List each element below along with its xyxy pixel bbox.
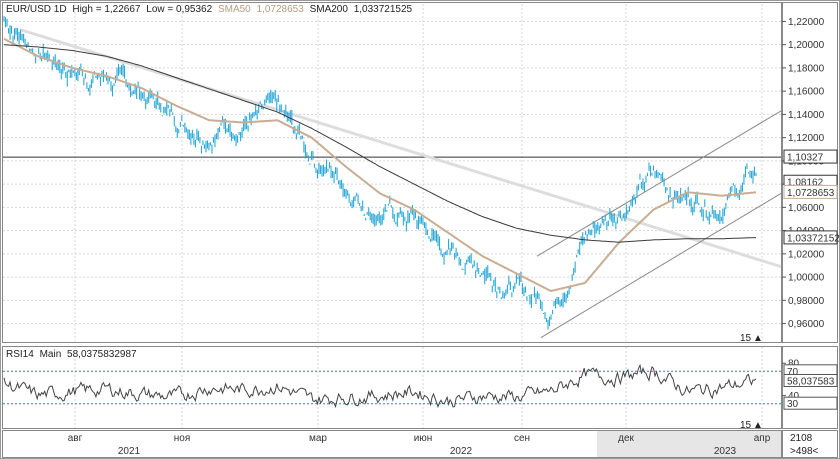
chart-canvas[interactable]: 1,22000 1,20000 1,18000 1,16000 1,14000 1,120… [0,0,840,459]
price-tick-label: 1,18000 [788,63,825,74]
scroll-arrow-icon[interactable]: ▲ [753,333,763,344]
month-label: авг [68,433,83,444]
month-label: ноя [174,433,191,444]
month-label: сен [514,433,530,444]
price-tag-label: 1,10327 [787,153,824,164]
rsi-header: RSI14 Main 58,0375832987 [6,349,137,360]
year-label: 2022 [450,446,473,457]
rsi-tag-label: 30 [787,399,799,410]
month-label: апр [754,433,771,444]
month-label: дек [618,433,634,444]
price-tick-label: 1,14000 [788,110,825,121]
bars-count-rsi: 15 [740,420,752,431]
price-tick-label: 0,98000 [788,296,825,307]
high-label: High = 1,22667 [72,4,141,15]
price-tag-label: 1,0728653 [787,188,835,199]
price-tick-label: 1,00000 [788,273,825,284]
price-tick-label: 1,02000 [788,249,825,260]
month-label: июн [414,433,433,444]
corner-nav[interactable]: >498< [790,446,819,457]
sma50-value: 1,0728653 [257,4,305,15]
chart-window: 1,22000 1,20000 1,18000 1,16000 1,14000 1,120… [0,0,840,459]
price-tick-label: 1,22000 [788,17,825,28]
year-label: 2023 [714,446,737,457]
bars-count: 15 [740,333,752,344]
rsi-mode: Main [40,349,62,360]
sma50-label: SMA50 [218,4,251,15]
price-tick-label: 0,96000 [788,319,825,330]
year-label: 2021 [118,446,141,457]
sma200-label: SMA200 [310,4,349,15]
scroll-arrow-rsi-icon[interactable]: ▲ [753,420,763,431]
price-tick-label: 1,16000 [788,87,825,98]
price-scale[interactable] [782,2,838,343]
rsi-name: RSI14 [6,349,34,360]
rsi-tag-label: 58,037583 [787,376,835,387]
price-tick-label: 1,06000 [788,203,825,214]
month-label: мар [309,433,327,444]
corner-total: 2108 [790,433,813,444]
sma200-value: 1,033721525 [354,4,413,15]
price-tag-label: 1,03372152 [787,233,840,244]
price-tick-label: 1,12000 [788,133,825,144]
low-label: Low = 0,95362 [146,4,212,15]
rsi-value: 58,0375832987 [67,349,137,360]
price-tick-label: 1,20000 [788,40,825,51]
symbol-label: EUR/USD 1D [6,4,67,15]
